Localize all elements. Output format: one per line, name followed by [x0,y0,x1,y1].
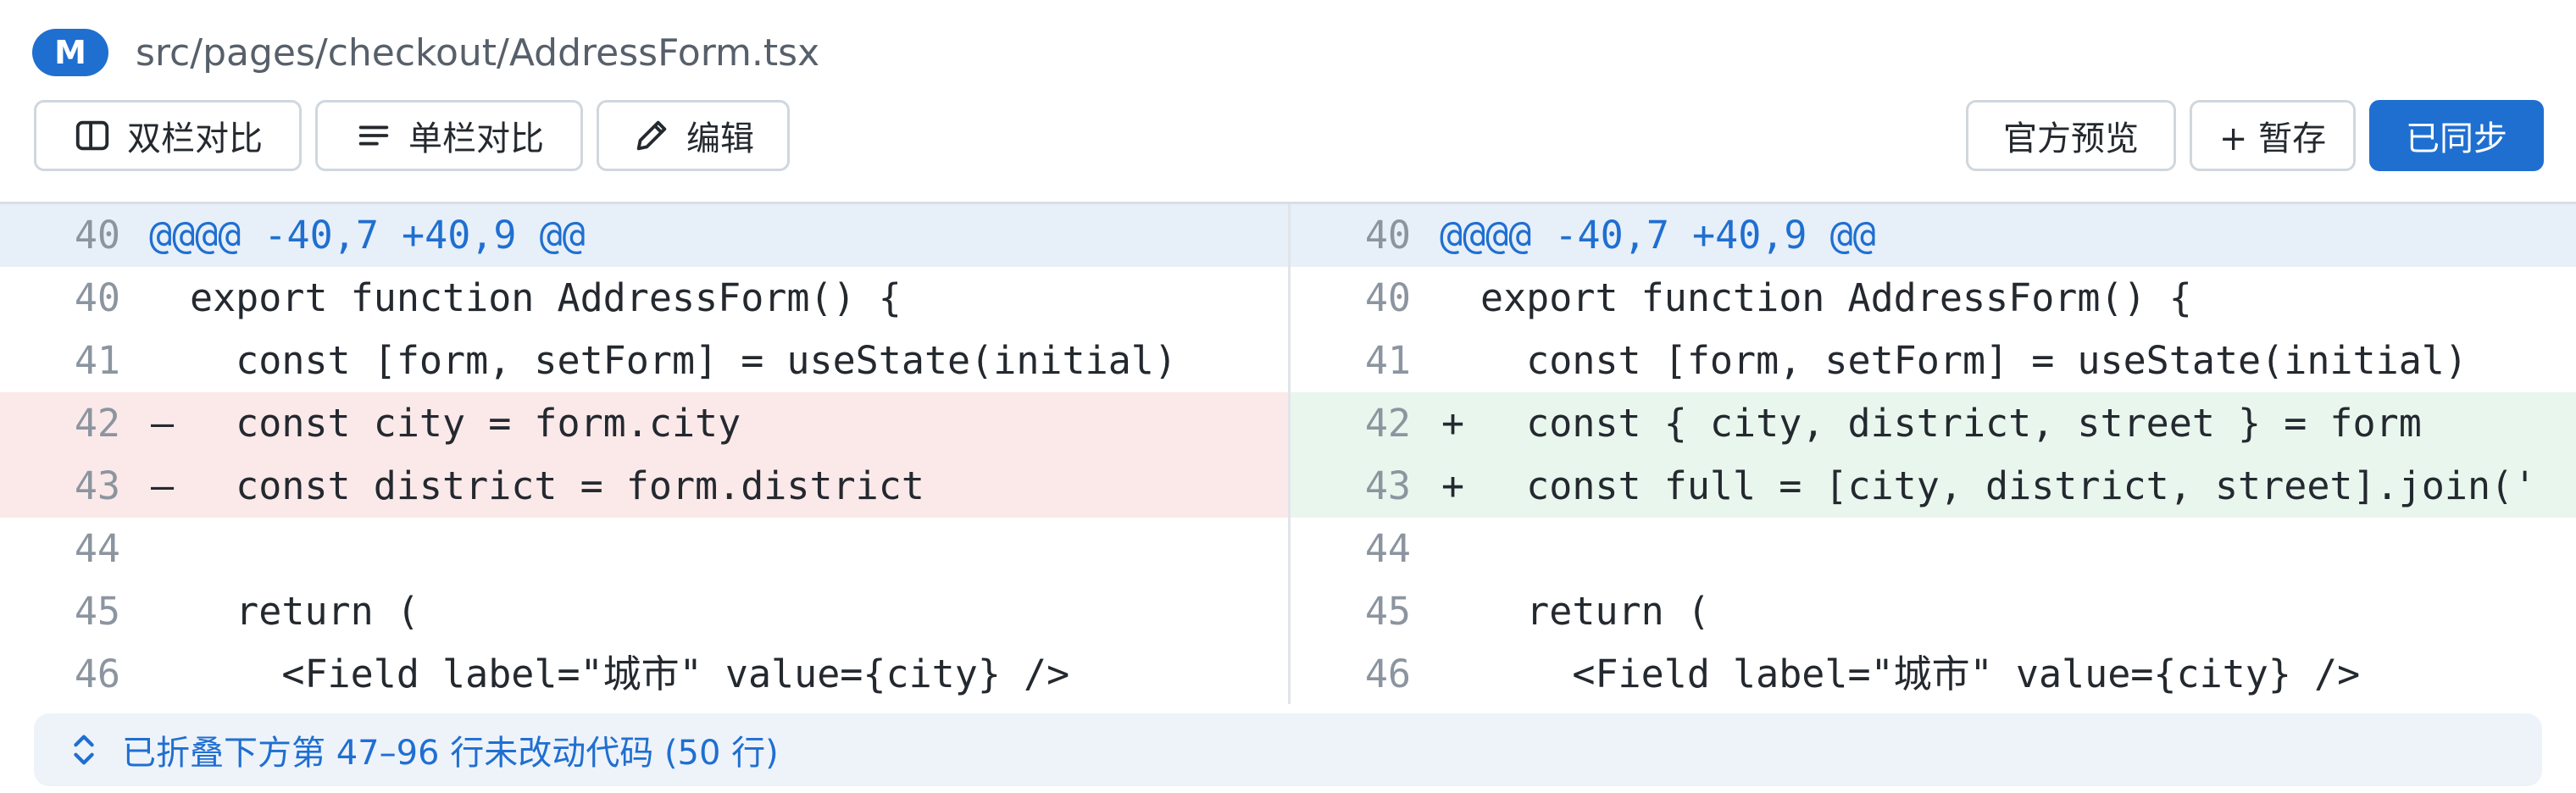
diff-line-row: 42 + const { city, district, street } = f… [1291,392,2576,455]
unified-view-button[interactable]: 单栏对比 [315,100,583,171]
code-text: const city = form.city [190,401,741,446]
line-number[interactable]: 45 [1291,580,1411,643]
diff-line-row: 43 + const full = [city, district, street… [1291,455,2576,518]
pencil-icon [636,120,667,151]
line-number[interactable]: 41 [0,330,120,392]
diff-line-row: 44 [1291,518,2576,580]
collapsed-lines-bar[interactable]: 已折叠下方第 47–96 行未改动代码 (50 行) [34,713,2542,786]
diff-line-row: 45 return ( [0,580,1288,643]
file-header: M src/pages/checkout/AddressForm.tsx 双栏对… [0,0,2576,202]
split-view-button[interactable]: 双栏对比 [34,100,302,171]
line-number[interactable]: 43 [1291,455,1411,518]
added-marker: + [1441,463,1465,508]
diff-line-row: 40 export function AddressForm() { [1291,267,2576,330]
code-text: export function AddressForm() { [190,275,902,320]
diff-line-row: 41 const [form, setForm] = useState(init… [1291,330,2576,392]
line-number[interactable]: 46 [0,643,120,704]
official-preview-button[interactable]: 官方预览 [1966,100,2176,171]
diff-line-row: 44 [0,518,1288,580]
code-text: <Field label="城市" value={city} /> [190,652,1070,696]
collapsed-lines-label: 已折叠下方第 47–96 行未改动代码 (50 行) [122,734,779,773]
diff-pane-modified: 40 @@@@ -40,7 +40,9 @@ 40 export function A… [1291,204,2576,704]
line-number[interactable]: 44 [1291,518,1411,580]
code-text: const { city, district, street } = form [1480,401,2422,446]
code-text: <Field label="城市" value={city} /> [1480,652,2361,696]
line-number[interactable]: 41 [1291,330,1411,392]
line-number[interactable]: 42 [1291,392,1411,455]
edit-label: 编辑 [686,119,754,158]
diff-line-row: 46 <Field label="城市" value={city} /> [0,643,1288,704]
line-number[interactable]: 45 [0,580,120,643]
added-marker: + [1441,401,1465,446]
line-number[interactable]: 40 [1291,204,1411,267]
unified-view-icon [358,125,389,146]
line-number[interactable]: 40 [1291,267,1411,330]
code-text: const district = form.district [190,463,924,508]
line-number[interactable]: 43 [0,455,120,518]
unified-view-label: 单栏对比 [408,119,544,158]
deleted-marker: – [151,401,175,446]
hunk-header-text: @@@@ -40,7 +40,9 @@ [1440,213,1876,258]
hunk-header-row: 40 @@@@ -40,7 +40,9 @@ [1291,204,2576,267]
synced-button[interactable]: 已同步 [2369,100,2544,171]
file-path[interactable]: src/pages/checkout/AddressForm.tsx [136,29,819,76]
code-text: const full = [city, district, street].jo… [1480,463,2537,508]
hunk-header-text: @@@@ -40,7 +40,9 @@ [149,213,586,258]
hunk-header-row: 40 @@@@ -40,7 +40,9 @@ [0,204,1288,267]
diff-line-row: 46 <Field label="城市" value={city} /> [1291,643,2576,704]
line-number[interactable]: 40 [0,267,120,330]
code-text: const [form, setForm] = useState(initial… [1480,338,2468,383]
diff-view: 40 @@@@ -40,7 +40,9 @@ 40 export function A… [0,202,2576,704]
split-view-label: 双栏对比 [127,119,263,158]
line-number[interactable]: 42 [0,392,120,455]
code-text: return ( [190,589,419,634]
stash-button[interactable]: + 暂存 [2190,100,2356,171]
code-text: export function AddressForm() { [1480,275,2192,320]
deleted-marker: – [151,463,175,508]
line-number[interactable]: 44 [0,518,120,580]
diff-line-row: 42– const city = form.city [0,392,1288,455]
code-text: return ( [1480,589,1710,634]
diff-line-row: 45 return ( [1291,580,2576,643]
code-text: const [form, setForm] = useState(initial… [190,338,1177,383]
modified-status-badge: M [32,29,108,76]
line-number[interactable]: 46 [1291,643,1411,704]
split-view-icon [75,120,109,151]
diff-line-row: 43– const district = form.district [0,455,1288,518]
diff-line-row: 41 const [form, setForm] = useState(init… [0,330,1288,392]
line-number[interactable]: 40 [0,204,120,267]
edit-button[interactable]: 编辑 [597,100,790,171]
diff-pane-original: 40 @@@@ -40,7 +40,9 @@ 40 export function A… [0,204,1288,704]
chevron-up-down-icon [74,735,94,765]
diff-line-row: 40 export function AddressForm() { [0,267,1288,330]
